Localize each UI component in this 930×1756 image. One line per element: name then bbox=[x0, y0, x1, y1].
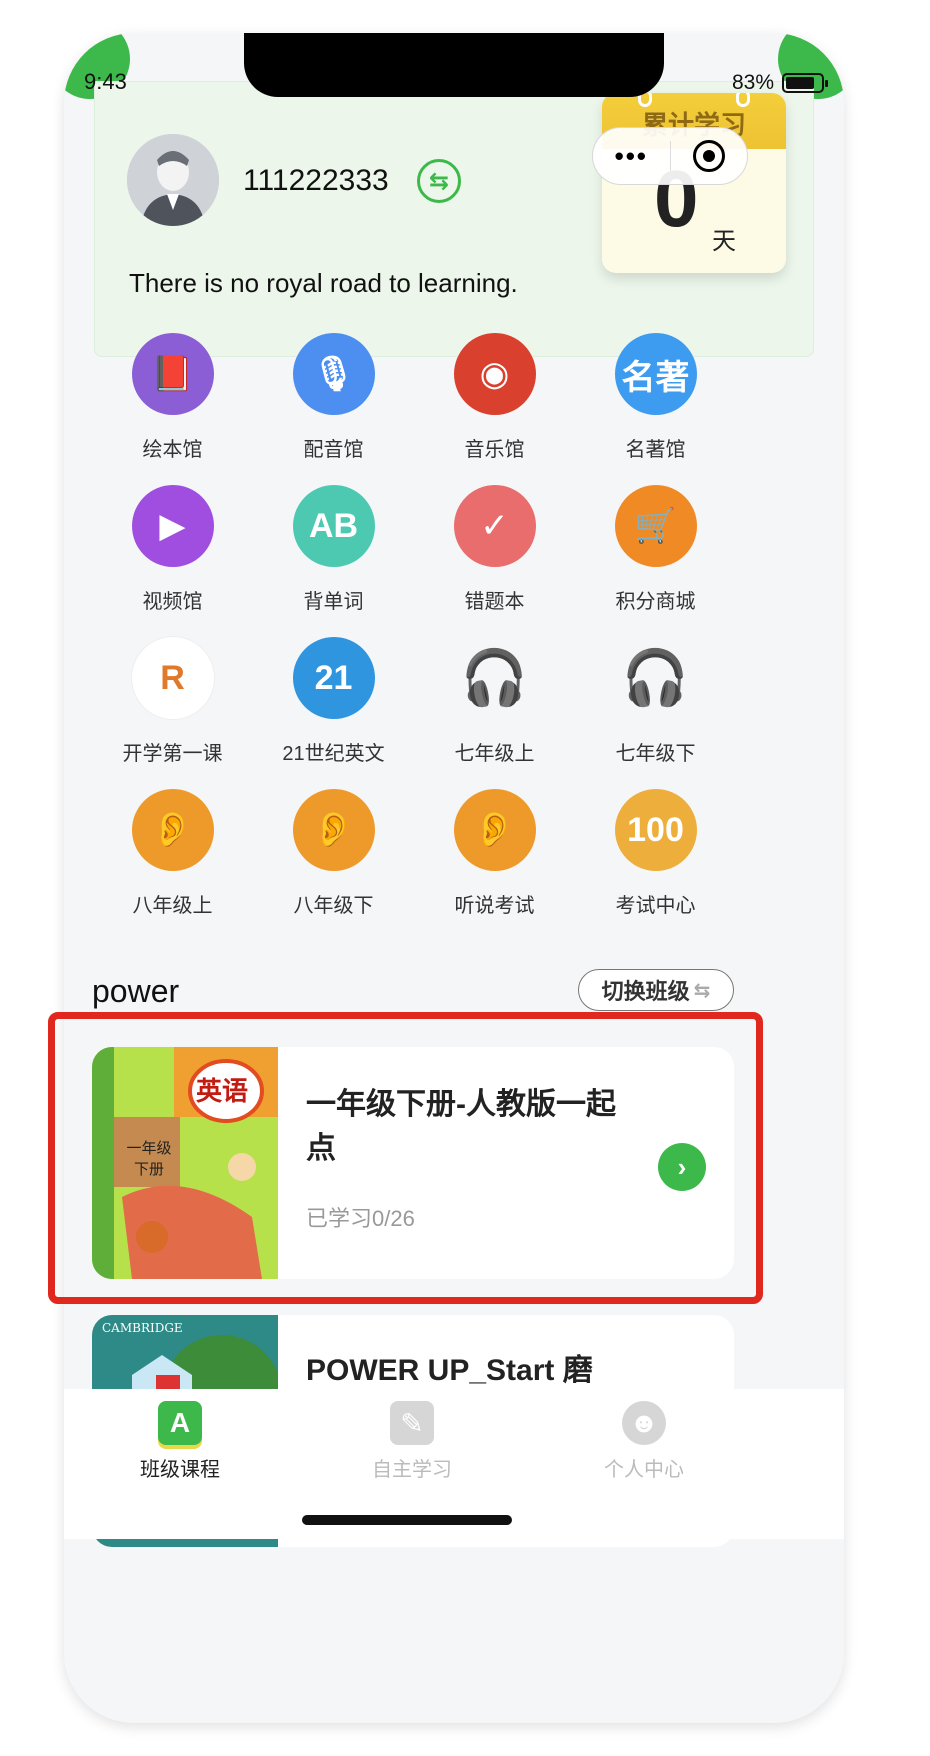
close-mini-program-button[interactable] bbox=[671, 140, 748, 172]
mini-program-capsule: ••• bbox=[592, 127, 748, 185]
speaking-head-icon: 👂 bbox=[292, 789, 375, 871]
home-indicator bbox=[302, 1515, 512, 1525]
21-century-icon: 21 bbox=[292, 637, 375, 719]
headphones-icon: 🎧 bbox=[460, 647, 529, 708]
speaking-head-icon: 👂 bbox=[131, 789, 214, 871]
feature-label: 八年级上 bbox=[132, 895, 213, 917]
feature-tile[interactable]: 100 考试中心 bbox=[575, 789, 736, 921]
classics-book-icon: 名著 bbox=[614, 333, 697, 415]
profile-icon: ☻ bbox=[622, 1401, 666, 1445]
feature-label: 视频馆 bbox=[142, 591, 203, 613]
feature-tile[interactable]: 👂 八年级下 bbox=[253, 789, 414, 921]
more-menu-button[interactable]: ••• bbox=[593, 141, 670, 172]
selection-highlight bbox=[48, 1012, 763, 1304]
feature-label: 21世纪英文 bbox=[282, 743, 385, 765]
feature-label: 积分商城 bbox=[615, 591, 696, 613]
abcd-icon: AB bbox=[292, 485, 375, 567]
notch bbox=[244, 33, 664, 97]
class-course-icon: A bbox=[158, 1401, 202, 1445]
feature-tile[interactable]: 🛒 积分商城 bbox=[575, 485, 736, 617]
feature-tile[interactable]: 🎙 配音馆 bbox=[253, 333, 414, 465]
feature-tile[interactable]: ▶ 视频馆 bbox=[92, 485, 253, 617]
course-title: POWER UP_Start 磨 bbox=[306, 1354, 593, 1387]
tab-label: 班级课程 bbox=[140, 1459, 220, 1481]
switch-arrows-icon: ⇆ bbox=[693, 979, 711, 1002]
feature-tile[interactable]: 名著 名著馆 bbox=[575, 333, 736, 465]
self-study-icon: ✎ bbox=[390, 1401, 434, 1445]
feature-tile[interactable]: AB 背单词 bbox=[253, 485, 414, 617]
headphones-icon: 🎧 bbox=[621, 647, 690, 708]
feature-label: 七年级下 bbox=[615, 743, 696, 765]
shopping-cart-icon: 🛒 bbox=[614, 485, 697, 567]
feature-tile[interactable]: 📕 绘本馆 bbox=[92, 333, 253, 465]
notebook-check-icon: ✓ bbox=[453, 485, 536, 567]
music-disc-icon: ◉ bbox=[453, 333, 536, 415]
cover-publisher: CAMBRIDGE bbox=[102, 1321, 183, 1335]
feature-tile[interactable]: 👂 八年级上 bbox=[92, 789, 253, 921]
switch-account-icon[interactable]: ⇆ bbox=[417, 159, 461, 203]
feature-label: 考试中心 bbox=[615, 895, 696, 917]
calendar-ring bbox=[736, 93, 750, 107]
feature-label: 背单词 bbox=[303, 591, 364, 613]
tab-label: 自主学习 bbox=[372, 1459, 452, 1481]
feature-label: 音乐馆 bbox=[464, 439, 525, 461]
study-days-unit: 天 bbox=[712, 228, 736, 255]
feature-label: 错题本 bbox=[464, 591, 525, 613]
feature-label: 七年级上 bbox=[454, 743, 535, 765]
feature-label: 开学第一课 bbox=[122, 743, 223, 765]
feature-label: 名著馆 bbox=[625, 439, 686, 461]
battery-icon bbox=[782, 73, 828, 93]
switch-class-label: 切换班级 bbox=[601, 979, 690, 1004]
motto-text: There is no royal road to learning. bbox=[129, 268, 518, 298]
tab-class-course[interactable]: A 班级课程 bbox=[64, 1389, 296, 1539]
exam-center-icon: 100 bbox=[614, 789, 697, 871]
avatar[interactable] bbox=[127, 134, 219, 226]
feature-tile[interactable]: 21 21世纪英文 bbox=[253, 637, 414, 769]
username: 111222333 bbox=[243, 164, 389, 197]
status-battery: 83% bbox=[731, 71, 828, 95]
close-icon bbox=[692, 140, 725, 172]
bottom-tab-bar: A 班级课程 ✎ 自主学习 ☻ 个人中心 bbox=[64, 1389, 844, 1539]
tab-profile[interactable]: ☻ 个人中心 bbox=[528, 1389, 760, 1539]
microphone-icon: 🎙 bbox=[292, 333, 375, 415]
feature-tile[interactable]: ◉ 音乐馆 bbox=[414, 333, 575, 465]
status-time: 9:43 bbox=[84, 69, 127, 94]
battery-percent: 83% bbox=[731, 71, 774, 94]
feature-tile[interactable]: 🎧 七年级下 bbox=[575, 637, 736, 769]
feature-tile[interactable]: ✓ 错题本 bbox=[414, 485, 575, 617]
class-name: power bbox=[92, 973, 180, 1009]
feature-label: 配音馆 bbox=[303, 439, 364, 461]
tab-label: 个人中心 bbox=[604, 1459, 684, 1481]
feature-grid: 📕 绘本馆 🎙 配音馆 ◉ 音乐馆 名著名著馆 ▶ 视频馆 AB 背单词 ✓ 错题本 🛒 积分商城 R 开学第一… bbox=[92, 333, 736, 921]
switch-class-button[interactable]: 切换班级 ⇆ bbox=[578, 969, 734, 1011]
feature-tile[interactable]: R 开学第一课 bbox=[92, 637, 253, 769]
video-camera-icon: ▶ bbox=[131, 485, 214, 567]
feature-tile[interactable]: 👂 听说考试 bbox=[414, 789, 575, 921]
feature-label: 听说考试 bbox=[454, 895, 535, 917]
feature-label: 八年级下 bbox=[293, 895, 374, 917]
feature-tile[interactable]: 🎧 七年级上 bbox=[414, 637, 575, 769]
speaking-head-icon: 👂 bbox=[453, 789, 536, 871]
book-icon: 📕 bbox=[131, 333, 214, 415]
feature-label: 绘本馆 bbox=[142, 439, 203, 461]
phone-frame: 9:43 83% 111222333 ⇆ There is no royal r… bbox=[64, 33, 844, 1723]
r-logo-icon: R bbox=[131, 637, 214, 719]
